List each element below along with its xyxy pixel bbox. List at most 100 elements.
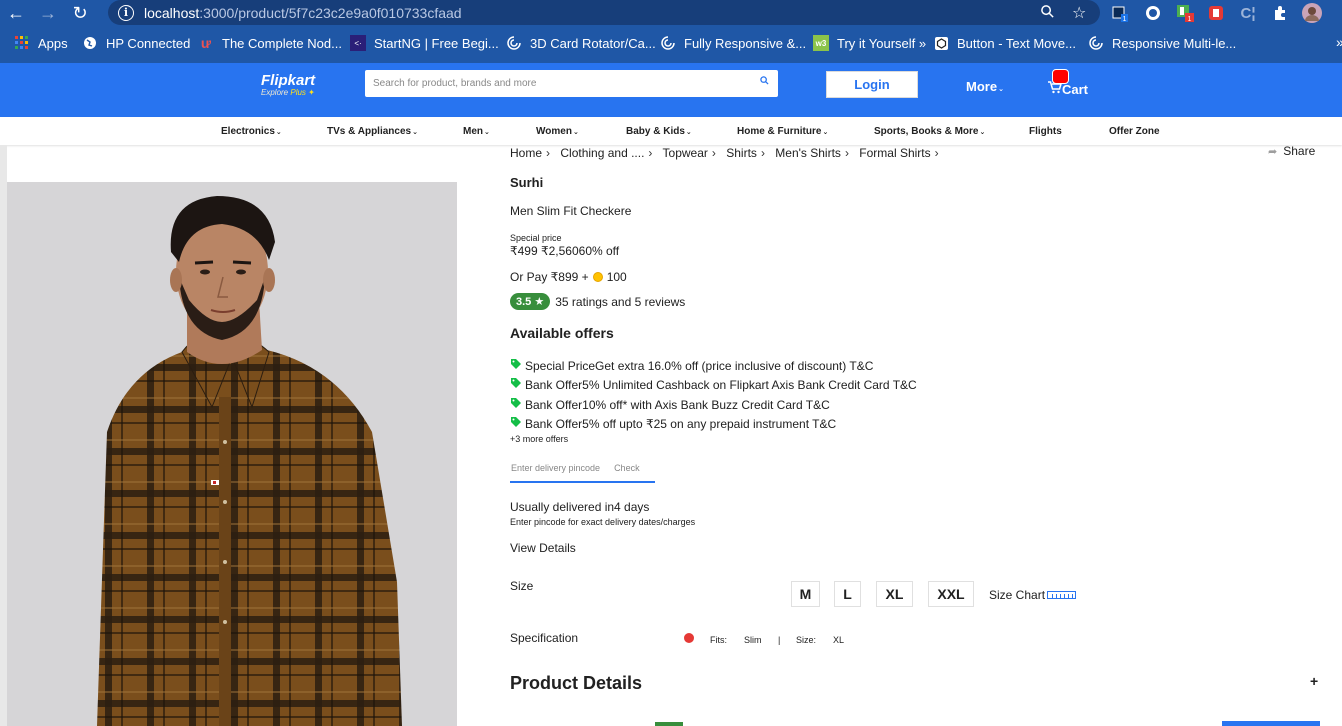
size-option-xxl[interactable]: XXL <box>928 581 974 607</box>
extension-red-icon[interactable] <box>1206 3 1226 23</box>
bookmark-hp-connected[interactable]: HP Connected <box>82 35 190 51</box>
view-details-link[interactable]: View Details <box>510 541 576 555</box>
share-icon: ➦ <box>1268 145 1278 158</box>
chevron-right-icon: › <box>711 146 716 160</box>
chevron-right-icon: › <box>760 146 765 160</box>
extensions-puzzle-icon[interactable] <box>1270 3 1290 23</box>
rating-count: 35 ratings and 5 reviews <box>555 294 686 309</box>
rating-summary[interactable]: 3.5 ★ 35 ratings and 5 reviews <box>510 293 685 310</box>
category-flights[interactable]: Flights <box>1029 126 1062 137</box>
search-icon[interactable] <box>760 76 769 88</box>
info-icon[interactable]: i <box>118 4 134 21</box>
bookmarks-overflow-icon[interactable]: » <box>1336 34 1342 50</box>
forward-icon[interactable]: → <box>32 0 64 26</box>
more-offers-link[interactable]: +3 more offers <box>510 434 568 444</box>
offer-item: Special PriceGet extra 16.0% off (price … <box>510 359 873 373</box>
size-chart-link[interactable]: Size Chart <box>989 588 1077 602</box>
bookmark-responsive-multi-level[interactable]: Responsive Multi-le... <box>1088 35 1236 51</box>
bookmark-label: Fully Responsive &... <box>684 35 807 51</box>
w3schools-icon: w3 <box>813 35 829 51</box>
offer-tag-icon <box>511 398 521 408</box>
more-menu[interactable]: More⌄ <box>966 79 1004 94</box>
partial-button-blue[interactable] <box>1222 721 1320 726</box>
apps-grid-icon <box>14 35 30 51</box>
bookmark-3d-card-rotator[interactable]: 3D Card Rotator/Ca... <box>506 35 656 51</box>
bookmark-apps[interactable]: Apps <box>14 35 68 51</box>
category-offer-zone[interactable]: Offer Zone <box>1109 126 1160 137</box>
pincode-check-button[interactable]: Check <box>614 463 640 473</box>
breadcrumb-clothing[interactable]: Clothing and .... <box>560 146 644 160</box>
chevron-right-icon: › <box>844 146 849 160</box>
breadcrumb-formal-shirts[interactable]: Formal Shirts <box>859 146 930 160</box>
category-tvs-appliances[interactable]: TVs & Appliances⌄ <box>327 126 418 137</box>
spec-fits-value: Slim <box>744 635 762 645</box>
search-placeholder: Search for product, brands and more <box>373 78 537 89</box>
size-option-l[interactable]: L <box>834 581 861 607</box>
site-header: Flipkart Explore Plus ✦ Search for produ… <box>0 63 1342 117</box>
breadcrumb-home[interactable]: Home <box>510 146 542 160</box>
product-details-heading: Product Details <box>510 673 643 693</box>
bookmark-label: Try it Yourself » <box>837 35 927 51</box>
delivery-estimate: Usually delivered in4 days <box>510 500 650 514</box>
offer-tag-icon <box>511 359 521 369</box>
back-icon[interactable]: ← <box>0 0 32 26</box>
flipkart-logo[interactable]: Flipkart Explore Plus ✦ <box>261 72 315 97</box>
rating-badge: 3.5 ★ <box>510 293 551 310</box>
bookmark-label: Responsive Multi-le... <box>1112 35 1237 51</box>
cart-count-badge <box>1052 69 1069 84</box>
url-text[interactable]: localhost:3000/product/5f7c23c2e9a0f0107… <box>144 5 462 21</box>
extension-c-icon[interactable]: C¦ <box>1238 3 1258 23</box>
bookmark-complete-node[interactable]: ư The Complete Nod... <box>198 35 342 51</box>
category-sports-books[interactable]: Sports, Books & More⌄ <box>874 126 985 137</box>
codepen-icon <box>660 35 676 51</box>
breadcrumb: Home › Clothing and .... › Topwear › Shirts… <box>510 146 946 160</box>
product-brand: Surhi <box>510 175 544 190</box>
reload-icon[interactable]: ↻ <box>64 0 96 26</box>
pincode-input[interactable]: Enter delivery pincode Check <box>510 461 655 483</box>
extension-cube-icon[interactable]: 1 <box>1110 3 1130 23</box>
specification-label: Specification <box>510 631 579 645</box>
chevron-right-icon: › <box>934 146 939 160</box>
category-electronics[interactable]: Electronics⌄ <box>221 126 282 137</box>
offer-item: Bank Offer5% off upto ₹25 on any prepaid… <box>510 417 836 431</box>
breadcrumb-mens-shirts[interactable]: Men's Shirts <box>775 146 841 160</box>
breadcrumb-shirts[interactable]: Shirts <box>726 146 757 160</box>
chevron-down-icon: ⌄ <box>998 86 1004 93</box>
login-button[interactable]: Login <box>826 71 918 98</box>
category-women[interactable]: Women⌄ <box>536 126 579 137</box>
delivery-note: Enter pincode for exact delivery dates/c… <box>510 517 696 527</box>
globe-icon <box>82 35 98 51</box>
bookmark-fully-responsive[interactable]: Fully Responsive &... <box>660 35 806 51</box>
svg-text:1: 1 <box>1188 16 1192 23</box>
bookmark-label: Button - Text Move... <box>957 35 1076 51</box>
spec-size-label: Size: <box>796 635 817 645</box>
offers-heading: Available offers <box>510 325 614 341</box>
category-men[interactable]: Men⌄ <box>463 126 490 137</box>
svg-text:1: 1 <box>1123 16 1127 22</box>
search-input[interactable]: Search for product, brands and more <box>365 70 778 97</box>
expand-plus-icon[interactable]: + <box>1310 673 1318 689</box>
bookmark-try-it-yourself[interactable]: w3 Try it Yourself » <box>813 35 926 51</box>
zoom-icon[interactable] <box>1040 4 1055 22</box>
bookmark-button-text-move[interactable]: Button - Text Move... <box>933 35 1076 51</box>
bookmark-star-icon[interactable]: ☆ <box>1072 3 1086 23</box>
breadcrumb-topwear[interactable]: Topwear <box>663 146 708 160</box>
size-option-m[interactable]: M <box>791 581 820 607</box>
bookmark-startng[interactable]: <· StartNG | Free Begi... <box>350 35 499 51</box>
chevron-right-icon: › <box>546 146 551 160</box>
size-option-xl[interactable]: XL <box>876 581 913 607</box>
extension-flag-icon[interactable]: 1 <box>1175 3 1195 23</box>
category-baby-kids[interactable]: Baby & Kids⌄ <box>626 126 692 137</box>
share-button[interactable]: ➦ Share <box>1268 144 1315 158</box>
color-swatch <box>684 633 694 643</box>
category-home-furniture[interactable]: Home & Furniture⌄ <box>737 126 828 137</box>
bookmark-label: The Complete Nod... <box>222 35 342 51</box>
extension-circle-icon[interactable] <box>1143 3 1163 23</box>
logo-text: Flipkart <box>261 72 316 89</box>
profile-avatar-icon[interactable] <box>1302 3 1322 23</box>
spec-fits-label: Fits: <box>710 635 727 645</box>
product-image[interactable] <box>7 182 457 726</box>
address-bar[interactable]: i localhost:3000/product/5f7c23c2e9a0f01… <box>108 0 1100 25</box>
chevron-down-icon: ⌄ <box>572 129 579 136</box>
bookmark-label: Apps <box>38 35 68 51</box>
